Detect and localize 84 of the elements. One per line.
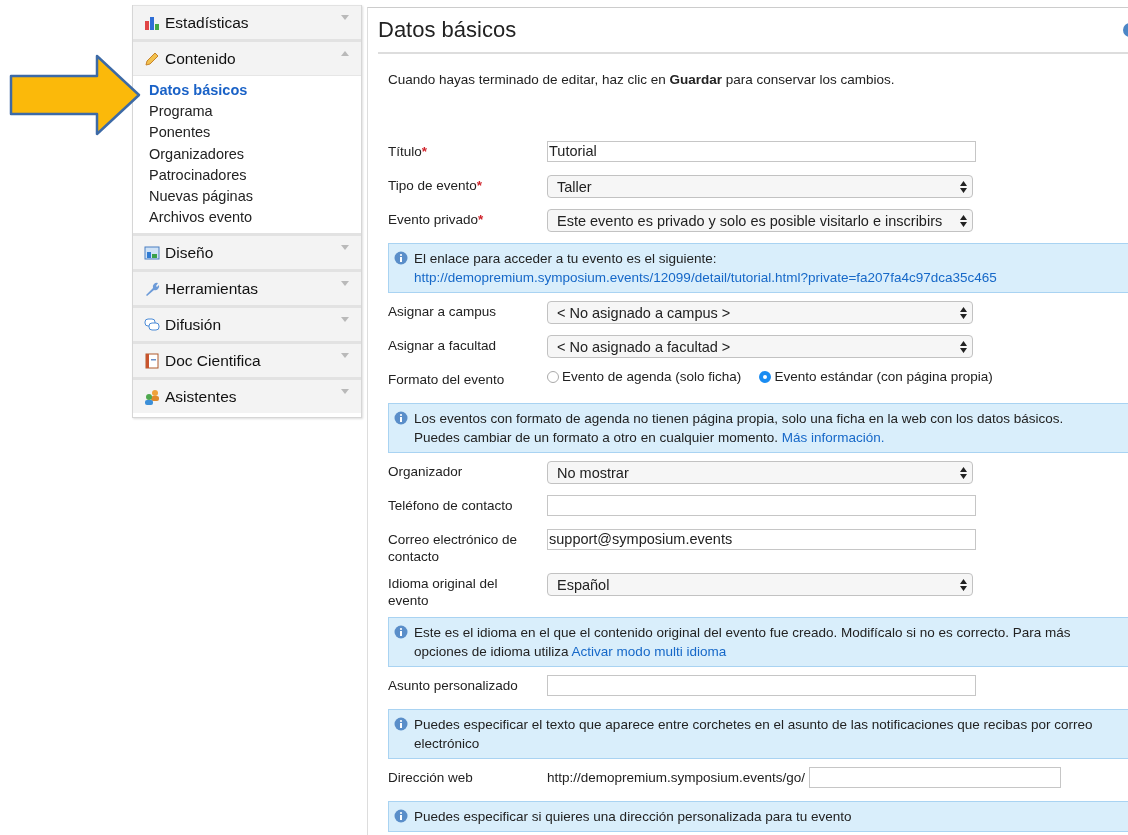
sidebar-section-label: Contenido [165,49,237,68]
sidebar-item[interactable]: Datos básicos [149,80,361,102]
speech-bubbles-icon [144,316,160,333]
intro-text: Cuando hayas terminado de editar, haz clic en Guardar para conservar los cambios. [388,72,896,87]
updown-icon [960,214,967,227]
info-link[interactable]: Más información. [781,430,885,445]
field-label: Organizador [388,463,464,480]
text-field[interactable] [547,675,976,696]
caret-icon [341,245,349,251]
radio-option[interactable]: Evento de agenda (solo ficha) [547,369,742,384]
select-dropdown[interactable]: < No asignado a facultad > [547,335,973,358]
text-field[interactable]: support@symposium.events [547,529,976,550]
updown-icon [960,578,967,591]
document-icon [144,352,160,369]
sidebar-section-label: Difusión [165,315,222,334]
page-title: Datos básicos [378,17,517,43]
sidebar-section-header[interactable]: Estadísticas [133,6,361,39]
sidebar-section-header[interactable]: Asistentes [133,380,361,414]
sidebar-section-header[interactable]: Diseño [133,236,361,270]
sidebar-item[interactable]: Patrocinadores [149,164,361,186]
radio-button[interactable] [759,370,772,383]
sidebar-section-label: Herramientas [165,279,260,298]
sidebar-item[interactable]: Ponentes [149,122,361,144]
field-label: Evento privado* [388,211,485,228]
select-dropdown[interactable]: Taller [547,175,973,198]
info-text: Puedes especificar si quieres una dirección personalizada para tu evento [414,808,852,826]
sidebar-section-header[interactable]: Herramientas [133,272,361,306]
updown-icon [960,306,967,319]
info-text: El enlace para acceder a tu evento es el siguiente: http://demopremium.symposium.events/12099/detail/tutorial.html?private=fa207fa4c97dca35c465 [414,250,998,287]
text-field[interactable]: Tutorial [547,141,976,162]
info-link[interactable]: http://demopremium.symposium.events/12099/detail/tutorial.html?private=fa207fa4c97dca35c465 [414,270,997,285]
people-icon [144,388,160,405]
caret-icon [341,389,349,395]
pencil-icon [144,50,160,67]
select-dropdown[interactable]: No mostrar [547,461,973,484]
sidebar-item[interactable]: Programa [149,101,361,123]
sidebar-section-header[interactable]: Doc Cientifica [133,344,361,378]
text-field[interactable] [809,767,1062,788]
updown-icon [960,180,967,193]
sidebar-section-header[interactable]: Contenido [133,42,361,75]
select-dropdown[interactable]: Este evento es privado y solo es posible visitarlo e inscribirs [547,209,973,232]
caret-icon [341,317,349,323]
sidebar-section-label: Diseño [165,243,215,262]
caret-icon [341,51,349,56]
field-label: Asignar a facultad [388,337,498,354]
field-label: Dirección web [388,769,474,786]
field-label: Idioma original del evento [388,575,499,609]
select-dropdown[interactable]: < No asignado a campus > [547,301,973,324]
info-icon [394,717,408,731]
sidebar-section-label: Doc Cientifica [165,351,262,370]
updown-icon [960,466,967,479]
info-link[interactable]: Activar modo multi idioma [571,644,727,659]
layout-icon [144,244,160,261]
info-text: Los eventos con formato de agenda no tienen página propia, solo una ficha en la web con los datos básicos. Puedes cambiar de un formato a otro en cualquier momento. Más información. [414,410,1065,447]
text-field[interactable] [547,495,976,516]
select-dropdown[interactable]: Español [547,573,973,596]
field-label: Formato del evento [388,371,506,388]
field-label: Título* [388,143,429,160]
field-label: Tipo de evento* [388,177,484,194]
sidebar-section-header[interactable]: Difusión [133,308,361,342]
wrench-icon [144,280,160,297]
info-icon [394,625,408,639]
sidebar-section-label: Asistentes [165,387,238,406]
info-text: Puedes especificar el texto que aparece entre corchetes en el asunto de las notificaciones que recibas por correo electrónico [414,716,1094,753]
caret-icon [341,353,349,359]
bar-chart-icon [144,14,160,31]
info-icon [394,251,408,265]
updown-icon [960,340,967,353]
url-prefix: http://demopremium.symposium.events/go/ [547,770,806,785]
field-label: Asunto personalizado [388,677,519,694]
field-label: Correo electrónico de contacto [388,531,519,565]
sidebar-item[interactable]: Organizadores [149,143,361,165]
sidebar-item[interactable]: Nuevas páginas [149,186,361,208]
caret-icon [341,281,349,287]
radio-option[interactable]: Evento estándar (con página propia) [759,369,993,384]
info-icon [394,411,408,425]
field-label: Teléfono de contacto [388,497,514,514]
sidebar-item[interactable]: Archivos evento [149,207,361,229]
info-text: Este es el idioma en el que el contenido original del evento fue creado. Modifícalo si no es correcto. Para más opciones de idioma utiliza Activar modo multi idioma [414,624,1072,661]
radio-button[interactable] [547,370,559,383]
sidebar-section-label: Estadísticas [165,13,250,32]
info-icon [394,809,408,823]
caret-icon [341,15,349,20]
field-label: Asignar a campus [388,303,498,320]
